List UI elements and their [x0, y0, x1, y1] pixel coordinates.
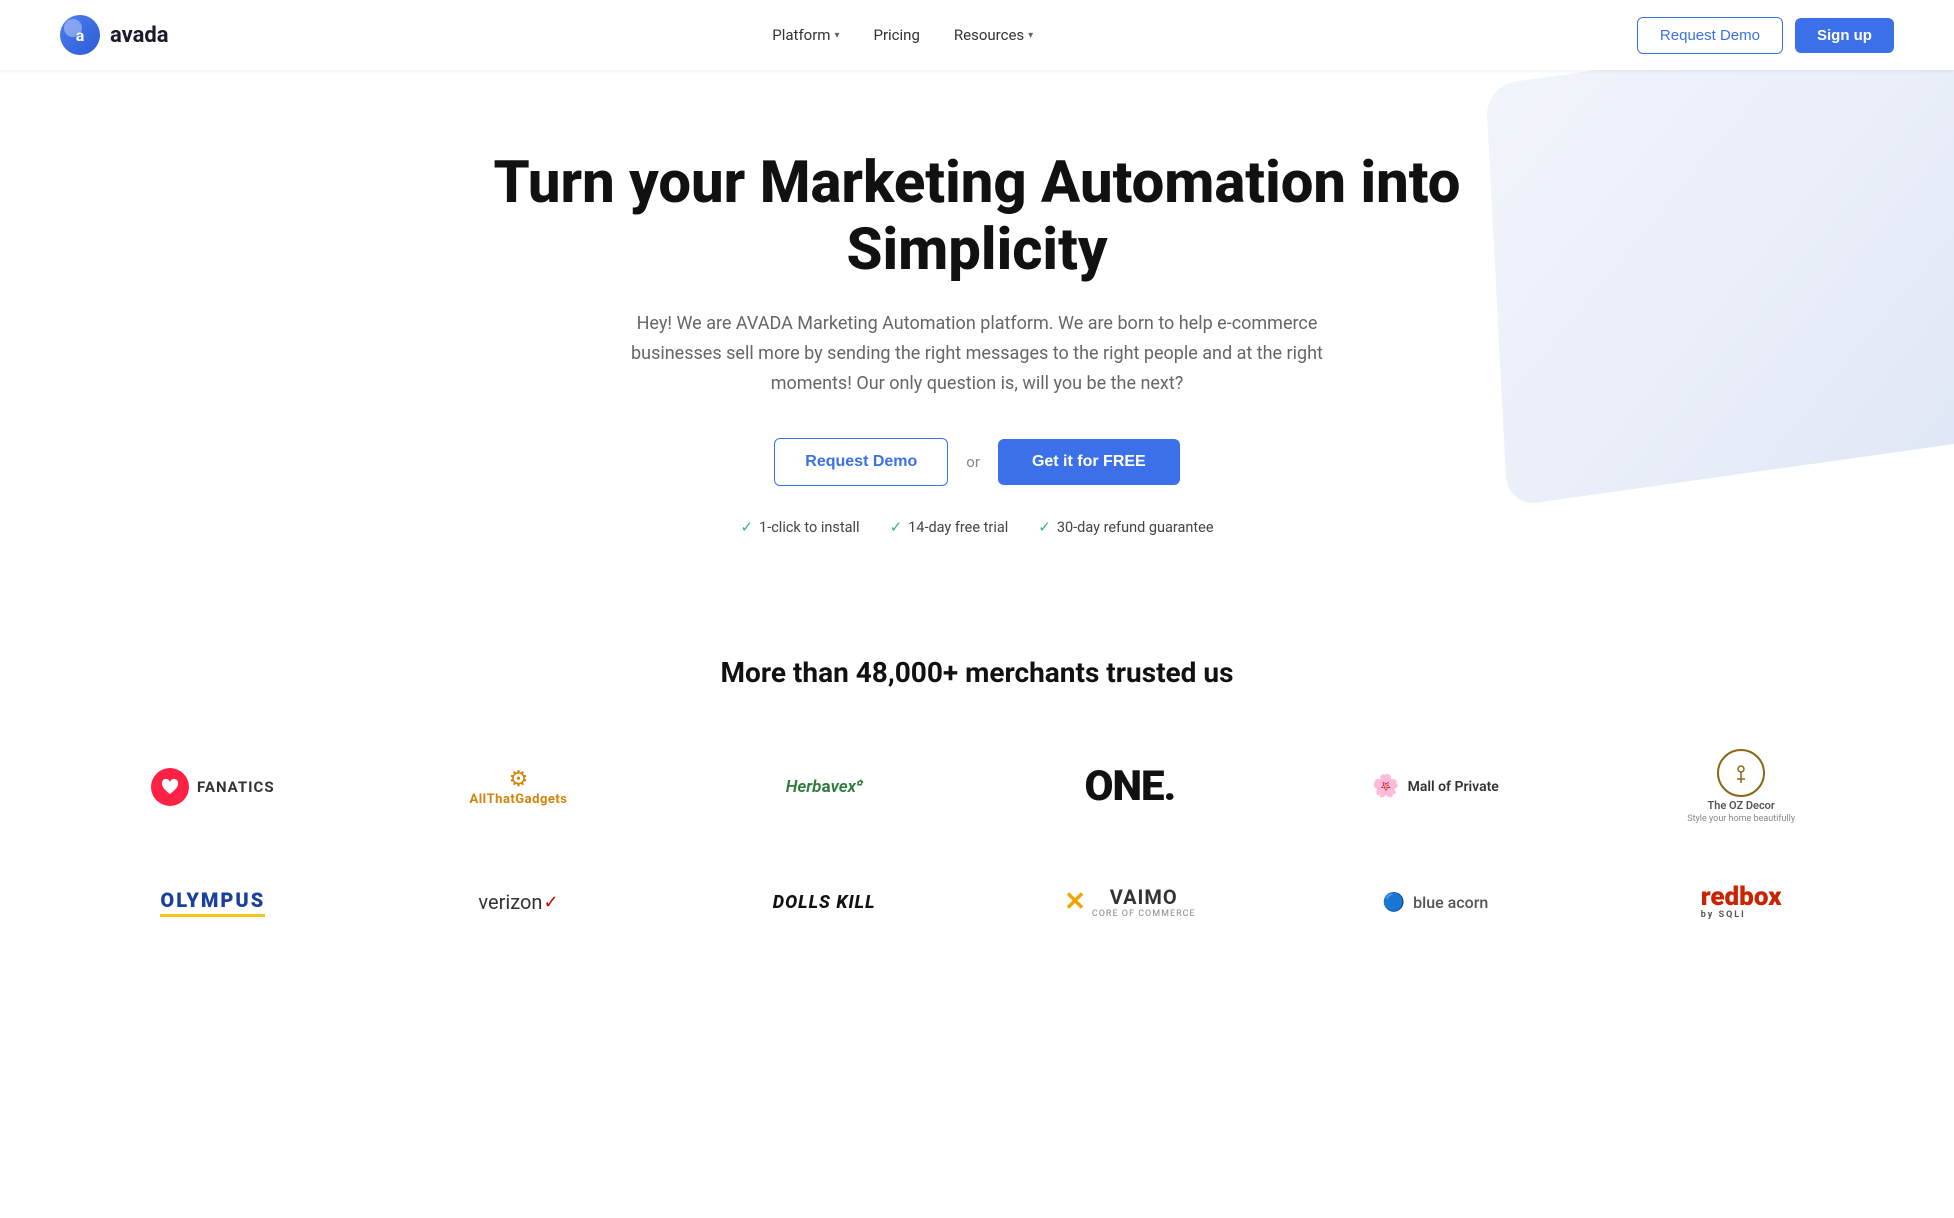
hero-content: Turn your Marketing Automation into Simp… [60, 150, 1894, 536]
vaimo-logo: ✕ VAIMO CORE OF COMMERCE [1064, 885, 1196, 919]
fanatics-logo: FANATICS [151, 768, 275, 806]
hero-title: Turn your Marketing Automation into Simp… [427, 150, 1527, 283]
list-item: ✕ VAIMO CORE OF COMMERCE [977, 875, 1283, 929]
hero-subtitle: Hey! We are AVADA Marketing Automation p… [617, 309, 1337, 398]
vaimo-text: VAIMO CORE OF COMMERCE [1092, 885, 1196, 919]
list-item: 🌸 Mall of Private [1283, 764, 1589, 809]
ozdecor-name: The OZ Decor [1707, 799, 1774, 812]
navbar: a avada Platform ▾ Pricing Resources ▾ R… [0, 0, 1954, 70]
list-item: ONE. [977, 752, 1283, 821]
blueacorn-name: blue acorn [1413, 893, 1488, 912]
verizon-check-icon: ✓ [543, 892, 558, 913]
logos-row-1: FANATICS ⚙ AllThatGadgets Herbavex✿ ONE.… [60, 739, 1894, 834]
feature-install-label: 1-click to install [759, 519, 860, 536]
nav-platform[interactable]: Platform ▾ [758, 18, 853, 52]
fanatics-heart-icon [151, 768, 189, 806]
logo-letter: a [76, 26, 85, 45]
list-item: ⚙ AllThatGadgets [366, 757, 672, 817]
hero-features: ✓ 1-click to install ✓ 14-day free trial… [60, 518, 1894, 536]
verizon-name: verizon [478, 890, 542, 914]
request-demo-hero-button[interactable]: Request Demo [774, 438, 948, 486]
list-item: 🔵 blue acorn [1283, 882, 1589, 923]
herbavex-logo: Herbavex✿ [786, 777, 863, 797]
dollskill-logo: DOLLS KILL [773, 892, 876, 913]
redbox-logo: redbox by SQLI [1701, 884, 1782, 920]
nav-actions: Request Demo Sign up [1637, 17, 1894, 54]
list-item: verizon ✓ [366, 880, 672, 924]
atg-name: AllThatGadgets [470, 792, 568, 807]
logo-name: avada [110, 23, 169, 48]
check-icon: ✓ [890, 518, 903, 536]
hero-or-label: or [966, 453, 980, 471]
fanatics-name: FANATICS [197, 778, 275, 796]
ozdecor-circle-icon [1717, 749, 1765, 797]
check-icon: ✓ [740, 518, 753, 536]
check-icon: ✓ [1038, 518, 1051, 536]
redbox-sub: by SQLI [1701, 910, 1746, 920]
blueacorn-logo: 🔵 blue acorn [1383, 892, 1489, 913]
chevron-down-icon: ▾ [1028, 30, 1033, 41]
feature-trial-label: 14-day free trial [908, 519, 1008, 536]
list-item: OLYMPUS [60, 878, 366, 927]
list-item: The OZ Decor Style your home beautifully [1588, 739, 1894, 834]
mop-icon: 🌸 [1372, 774, 1399, 799]
vaimo-name: VAIMO [1092, 885, 1196, 909]
blueacorn-icon: 🔵 [1383, 892, 1405, 913]
list-item: redbox by SQLI [1588, 874, 1894, 930]
hero-cta: Request Demo or Get it for FREE [60, 438, 1894, 486]
verizon-logo: verizon ✓ [478, 890, 558, 914]
ozdecor-logo: The OZ Decor Style your home beautifully [1687, 749, 1795, 824]
herbavex-name: Herbavex✿ [786, 777, 863, 797]
nav-pricing[interactable]: Pricing [859, 18, 933, 52]
feature-trial: ✓ 14-day free trial [890, 518, 1009, 536]
nav-links: Platform ▾ Pricing Resources ▾ [758, 18, 1047, 52]
list-item: Herbavex✿ [671, 767, 977, 807]
mallofprivate-logo: 🌸 Mall of Private [1372, 774, 1499, 799]
logo[interactable]: a avada [60, 15, 169, 55]
list-item: FANATICS [60, 758, 366, 816]
get-it-free-button[interactable]: Get it for FREE [998, 439, 1180, 485]
olympus-logo: OLYMPUS [160, 888, 265, 917]
ozdecor-sub: Style your home beautifully [1687, 814, 1795, 824]
feature-refund-label: 30-day refund guarantee [1057, 519, 1214, 536]
redbox-name: redbox [1701, 884, 1782, 910]
mop-name: Mall of Private [1408, 779, 1499, 795]
logo-icon: a [60, 15, 100, 55]
trusted-section: More than 48,000+ merchants trusted us F… [0, 596, 1954, 1010]
request-demo-nav-button[interactable]: Request Demo [1637, 17, 1783, 54]
hero-section: Turn your Marketing Automation into Simp… [0, 70, 1954, 596]
nav-resources[interactable]: Resources ▾ [940, 18, 1047, 52]
list-item: DOLLS KILL [671, 882, 977, 923]
chevron-down-icon: ▾ [834, 30, 839, 41]
sign-up-nav-button[interactable]: Sign up [1795, 18, 1894, 53]
feature-install: ✓ 1-click to install [740, 518, 859, 536]
trusted-title: More than 48,000+ merchants trusted us [60, 656, 1894, 689]
feature-refund: ✓ 30-day refund guarantee [1038, 518, 1213, 536]
logos-row-2: OLYMPUS verizon ✓ DOLLS KILL ✕ VAIMO COR… [60, 874, 1894, 930]
vaimo-x-icon: ✕ [1064, 887, 1086, 917]
one-logo: ONE. [1084, 762, 1175, 811]
atg-logo: ⚙ AllThatGadgets [470, 767, 568, 807]
vaimo-tagline: CORE OF COMMERCE [1092, 909, 1196, 919]
atg-icon: ⚙ [509, 767, 529, 792]
